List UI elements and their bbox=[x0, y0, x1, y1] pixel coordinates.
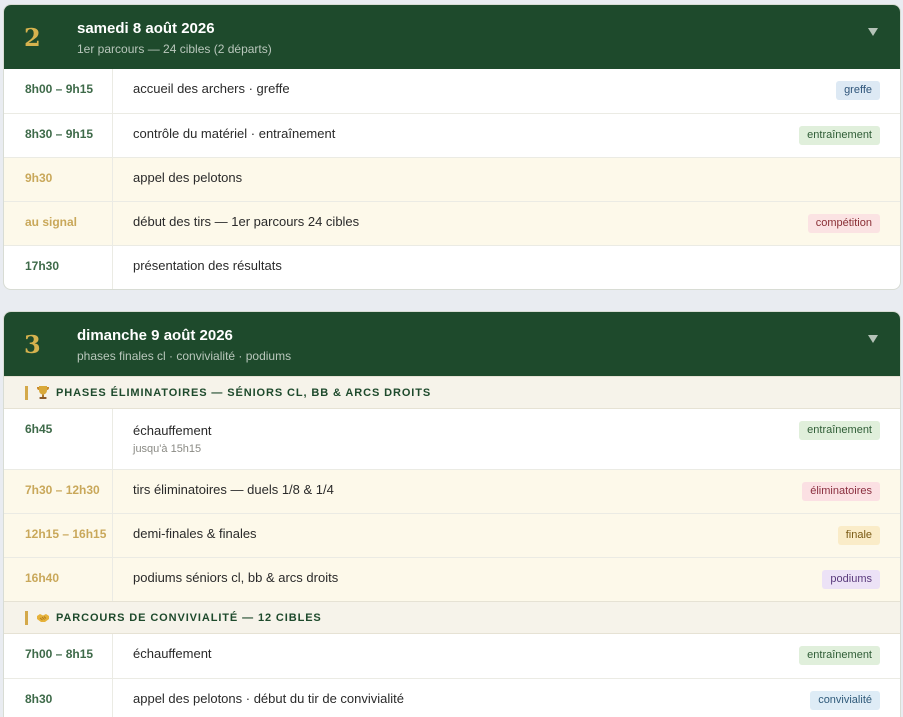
row-description: appel des pelotons bbox=[133, 170, 243, 185]
row-description: demi-finales & finales bbox=[133, 526, 257, 541]
row-time: 8h00 – 9h15 bbox=[4, 69, 113, 113]
category-badge: entraînement bbox=[799, 646, 880, 665]
schedule-row: 7h00 – 8h15 échauffement entraînement bbox=[4, 634, 900, 678]
row-time: 8h30 bbox=[4, 679, 113, 717]
category-badge: greffe bbox=[836, 81, 880, 100]
section-title: PHASES ÉLIMINATOIRES — SÉNIORS CL, BB & … bbox=[56, 387, 432, 399]
row-time: 7h30 – 12h30 bbox=[4, 470, 113, 513]
day-title: samedi 8 août 2026 bbox=[77, 20, 215, 37]
category-badge: podiums bbox=[822, 570, 880, 589]
schedule-row: 16h40 podiums séniors cl, bb & arcs droi… bbox=[4, 557, 900, 601]
day-header[interactable]: 3 dimanche 9 août 2026 phases finales cl… bbox=[4, 312, 900, 376]
chevron-down-icon[interactable] bbox=[868, 28, 878, 36]
row-time: 7h00 – 8h15 bbox=[4, 634, 113, 678]
category-badge: éliminatoires bbox=[802, 482, 880, 501]
day-title: dimanche 9 août 2026 bbox=[77, 327, 233, 344]
category-badge: finale bbox=[837, 526, 880, 545]
row-note: jusqu'à 15h15 bbox=[133, 443, 202, 455]
category-badge: convivialité bbox=[810, 691, 880, 710]
schedule-row: 8h30 – 9h15 contrôle du matériel · entra… bbox=[4, 113, 900, 157]
day-card-dimanche: 3 dimanche 9 août 2026 phases finales cl… bbox=[3, 311, 901, 717]
category-badge: compétition bbox=[807, 214, 880, 233]
day-header[interactable]: 2 samedi 8 août 2026 1er parcours — 24 c… bbox=[4, 5, 900, 69]
schedule-row: au signal début des tirs — 1er parcours … bbox=[4, 201, 900, 245]
section-title: PARCOURS DE CONVIVIALITÉ — 12 CIBLES bbox=[56, 612, 322, 624]
section-accent-bar bbox=[25, 386, 28, 400]
section-header-convivialite: PARCOURS DE CONVIVIALITÉ — 12 CIBLES bbox=[4, 601, 900, 634]
section-header-phases: PHASES ÉLIMINATOIRES — SÉNIORS CL, BB & … bbox=[4, 376, 900, 409]
row-time: 17h30 bbox=[4, 246, 113, 289]
handshake-icon bbox=[37, 614, 49, 622]
schedule-row: 8h30 appel des pelotons · début du tir d… bbox=[4, 678, 900, 717]
category-badge: entraînement bbox=[799, 421, 880, 440]
category-badge: entraînement bbox=[799, 126, 880, 145]
row-time: 16h40 bbox=[4, 558, 113, 601]
chevron-down-icon[interactable] bbox=[868, 335, 878, 343]
row-description: présentation des résultats bbox=[133, 258, 282, 273]
row-time: au signal bbox=[4, 202, 113, 245]
row-description: contrôle du matériel · entraînement bbox=[133, 126, 336, 141]
schedule-row: 12h15 – 16h15 demi-finales & finales fin… bbox=[4, 513, 900, 557]
section-accent-bar bbox=[25, 611, 28, 625]
row-description: tirs éliminatoires — duels 1/8 & 1/4 bbox=[133, 482, 334, 497]
schedule-row: 8h00 – 9h15 accueil des archers · greffe… bbox=[4, 69, 900, 113]
row-time: 8h30 – 9h15 bbox=[4, 114, 113, 157]
trophy-icon bbox=[37, 386, 49, 399]
row-description: podiums séniors cl, bb & arcs droits bbox=[133, 570, 339, 585]
row-description: appel des pelotons · début du tir de con… bbox=[133, 691, 405, 706]
day-subtitle: phases finales cl · convivialité · podiu… bbox=[77, 349, 292, 363]
day-card-samedi: 2 samedi 8 août 2026 1er parcours — 24 c… bbox=[3, 4, 901, 290]
row-description: échauffement bbox=[133, 646, 212, 661]
schedule-row: 17h30 présentation des résultats bbox=[4, 245, 900, 289]
row-description: début des tirs — 1er parcours 24 cibles bbox=[133, 214, 360, 229]
day-subtitle: 1er parcours — 24 cibles (2 départs) bbox=[77, 42, 272, 56]
row-description: échauffement bbox=[133, 423, 212, 438]
day-number: 2 bbox=[24, 23, 41, 52]
row-time: 6h45 bbox=[4, 409, 113, 469]
schedule-row: 9h30 appel des pelotons bbox=[4, 157, 900, 201]
schedule-row: 6h45 échauffement jusqu'à 15h15 entraîne… bbox=[4, 409, 900, 469]
day-number: 3 bbox=[24, 330, 41, 359]
row-time: 12h15 – 16h15 bbox=[4, 514, 113, 557]
row-description: accueil des archers · greffe bbox=[133, 81, 290, 96]
row-time: 9h30 bbox=[4, 158, 113, 201]
schedule-row: 7h30 – 12h30 tirs éliminatoires — duels … bbox=[4, 469, 900, 513]
